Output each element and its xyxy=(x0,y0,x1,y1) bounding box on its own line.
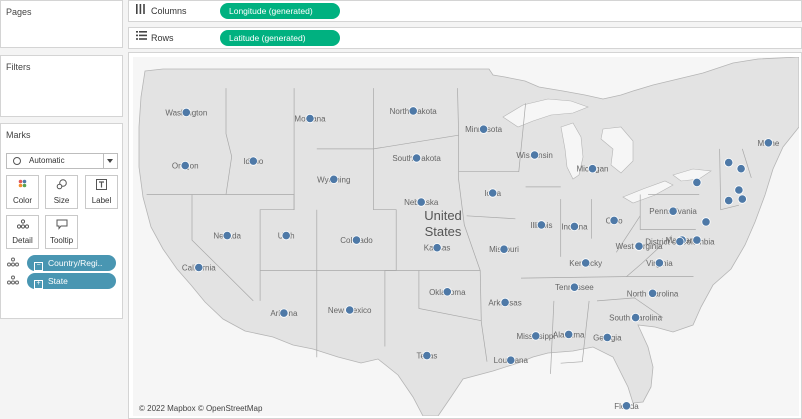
size-icon xyxy=(46,179,77,192)
state-point[interactable] xyxy=(531,331,541,341)
state-point[interactable] xyxy=(180,161,190,171)
state-point[interactable] xyxy=(569,282,579,292)
state-point[interactable] xyxy=(724,158,734,168)
rows-shelf[interactable]: Rows Latitude (generated) xyxy=(128,27,802,49)
marks-card: Marks Automatic Color Size Label Detail … xyxy=(0,123,123,319)
chevron-down-icon[interactable] xyxy=(103,154,117,168)
state-point[interactable] xyxy=(248,156,258,166)
state-point[interactable] xyxy=(329,174,339,184)
state-point[interactable] xyxy=(194,262,204,273)
longitude-pill[interactable]: Longitude (generated) xyxy=(220,3,340,19)
country-label-line2: States xyxy=(425,224,462,239)
state-point[interactable] xyxy=(351,235,362,245)
country-label-line1: United xyxy=(424,208,462,223)
filters-card[interactable]: Filters xyxy=(0,55,123,117)
plus-box-icon[interactable]: + xyxy=(34,280,43,289)
state-point[interactable] xyxy=(529,150,540,160)
color-icon xyxy=(7,179,38,192)
state-point[interactable] xyxy=(222,231,232,241)
state-point[interactable] xyxy=(506,355,516,365)
state-point[interactable] xyxy=(416,197,426,207)
state-point[interactable] xyxy=(668,206,678,216)
state-point[interactable] xyxy=(536,220,546,230)
color-button[interactable]: Color xyxy=(6,175,39,209)
detail-button[interactable]: Detail xyxy=(6,215,39,249)
state-point[interactable] xyxy=(654,258,665,268)
state-point[interactable] xyxy=(675,237,685,247)
state-point[interactable] xyxy=(701,217,711,227)
state-pill[interactable]: + State xyxy=(27,273,116,289)
state-point[interactable] xyxy=(581,258,591,268)
detail-label: Detail xyxy=(12,236,33,245)
state-pill-label: State xyxy=(48,276,68,286)
state-point[interactable] xyxy=(609,215,619,225)
country-region-pill-label: Country/Regi.. xyxy=(48,258,103,268)
state-point[interactable] xyxy=(569,221,579,231)
state-point[interactable] xyxy=(587,164,598,174)
state-point[interactable] xyxy=(478,124,489,134)
state-point[interactable] xyxy=(432,243,442,253)
rows-label: Rows xyxy=(151,33,174,43)
size-label: Size xyxy=(53,196,70,205)
state-point[interactable] xyxy=(305,113,315,124)
columns-icon xyxy=(136,4,145,17)
columns-shelf[interactable]: Columns Longitude (generated) xyxy=(128,0,802,22)
state-point[interactable] xyxy=(281,231,291,241)
label-icon xyxy=(86,179,117,192)
state-point[interactable] xyxy=(345,305,355,315)
state-point[interactable] xyxy=(737,194,747,204)
state-point[interactable] xyxy=(692,235,702,245)
state-point[interactable] xyxy=(422,350,432,361)
us-map[interactable]: United States WashingtonOregonCalifornia… xyxy=(133,57,799,416)
size-button[interactable]: Size xyxy=(45,175,78,209)
rows-icon xyxy=(136,31,147,43)
state-point[interactable] xyxy=(499,244,509,254)
state-point[interactable] xyxy=(564,329,574,339)
detail-icon xyxy=(7,275,19,287)
columns-label: Columns xyxy=(151,6,187,16)
mark-type-dropdown[interactable]: Automatic xyxy=(6,153,118,169)
state-point[interactable] xyxy=(736,164,746,174)
state-point[interactable] xyxy=(279,308,289,318)
map-attribution: © 2022 Mapbox © OpenStreetMap xyxy=(139,404,263,413)
detail-icon xyxy=(7,219,38,232)
state-point[interactable] xyxy=(408,106,418,116)
filters-title: Filters xyxy=(6,62,31,72)
tooltip-button[interactable]: Tooltip xyxy=(45,215,78,249)
state-point[interactable] xyxy=(621,401,632,411)
label-button[interactable]: Label xyxy=(85,175,118,209)
mark-type-value: Automatic xyxy=(29,156,65,165)
marks-title: Marks xyxy=(6,130,31,140)
latitude-pill[interactable]: Latitude (generated) xyxy=(220,30,340,46)
state-point[interactable] xyxy=(411,153,422,163)
detail-icon xyxy=(7,257,19,269)
state-point[interactable] xyxy=(724,196,734,206)
minus-box-icon[interactable]: − xyxy=(34,262,43,271)
pages-card[interactable]: Pages xyxy=(0,0,123,48)
state-point[interactable] xyxy=(763,138,774,148)
state-point[interactable] xyxy=(442,287,452,297)
state-point[interactable] xyxy=(630,312,641,323)
tooltip-label: Tooltip xyxy=(49,236,74,245)
tooltip-icon xyxy=(46,219,77,232)
country-region-pill[interactable]: − Country/Regi.. xyxy=(27,255,116,271)
state-point[interactable] xyxy=(500,297,510,307)
state-point[interactable] xyxy=(602,332,612,342)
pages-title: Pages xyxy=(6,7,32,17)
circle-mark-icon xyxy=(13,157,21,165)
state-point[interactable] xyxy=(488,188,498,198)
color-label: Color xyxy=(12,196,33,205)
map-view[interactable]: United States WashingtonOregonCalifornia… xyxy=(128,52,802,419)
state-point[interactable] xyxy=(181,107,191,118)
state-point[interactable] xyxy=(734,185,744,195)
label-label: Label xyxy=(91,196,112,205)
state-point[interactable] xyxy=(634,241,644,251)
state-point[interactable] xyxy=(692,177,702,188)
state-point[interactable] xyxy=(647,288,658,298)
